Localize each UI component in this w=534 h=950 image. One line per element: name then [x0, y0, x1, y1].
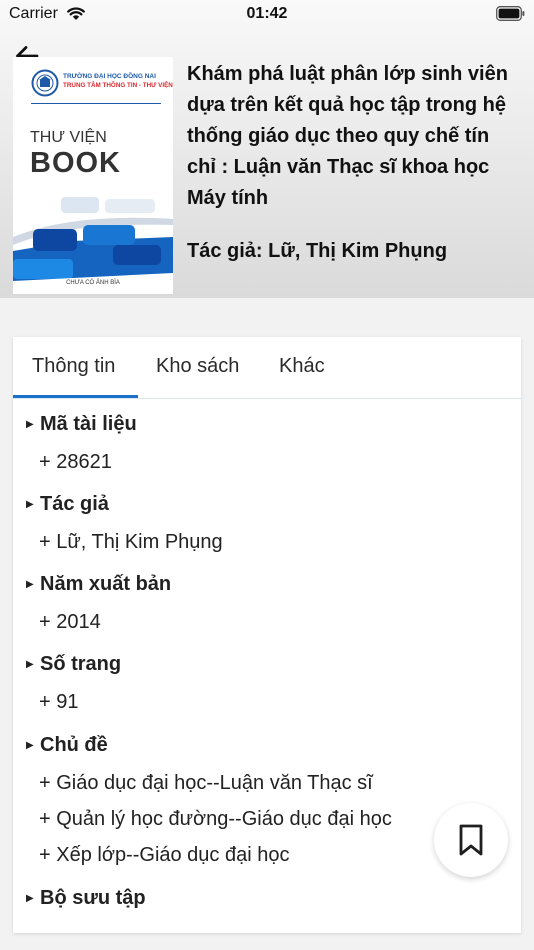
caret-right-icon: ▶ — [26, 579, 34, 590]
battery-icon — [496, 6, 525, 21]
tab-bar: Thông tin Kho sách Khác — [13, 337, 521, 399]
book-cover: TRƯỜNG ĐẠI HỌC ĐỒNG NAI TRUNG TÂM THÔNG … — [13, 57, 173, 294]
subject-value: + Giáo dục đại học--Luận văn Thạc sĩ — [39, 772, 373, 794]
active-tab-indicator — [13, 395, 138, 398]
bookmark-icon — [459, 824, 483, 856]
book-title: Khám phá luật phân lớp sinh viên dựa trê… — [187, 63, 508, 209]
author-value: + Lữ, Thị Kim Phụng — [39, 531, 223, 553]
cover-school-name: TRƯỜNG ĐẠI HỌC ĐỒNG NAI — [63, 73, 156, 80]
caret-right-icon: ▶ — [26, 893, 34, 904]
subject-value: + Xếp lớp--Giáo dục đại học — [39, 844, 290, 866]
bookmark-button[interactable] — [434, 803, 508, 877]
publish-year-value: + 2014 — [39, 611, 101, 633]
cover-no-image-label: CHƯA CÓ ẢNH BÌA — [66, 280, 120, 286]
status-bar: Carrier 01:42 — [0, 0, 534, 30]
book-header: Carrier 01:42 TRƯỜNG ĐẠI HỌC ĐỒNG NAI TR… — [0, 0, 534, 298]
cover-center-name: TRUNG TÂM THÔNG TIN - THƯ VIỆN — [63, 82, 173, 89]
page-count-value: + 91 — [39, 691, 79, 713]
tab-other[interactable]: Khác — [279, 355, 325, 378]
cover-artwork — [13, 197, 173, 294]
cover-library-label: THƯ VIỆN — [30, 129, 107, 146]
tab-info[interactable]: Thông tin — [32, 355, 115, 378]
subject-value: + Quản lý học đường--Giáo dục đại học — [39, 808, 392, 830]
book-author: Tác giả: Lữ, Thị Kim Phụng — [187, 240, 448, 262]
section-title-page-count[interactable]: ▶ Số trang — [26, 653, 121, 676]
cover-book-label: BOOK — [30, 147, 121, 179]
university-logo-icon — [31, 69, 59, 97]
section-title-publish-year[interactable]: ▶ Năm xuất bản — [26, 573, 171, 596]
caret-right-icon: ▶ — [26, 499, 34, 510]
tab-inventory[interactable]: Kho sách — [156, 355, 239, 378]
cover-divider — [31, 103, 161, 104]
caret-right-icon: ▶ — [26, 419, 34, 430]
document-id-value: + 28621 — [39, 451, 112, 473]
caret-right-icon: ▶ — [26, 659, 34, 670]
section-title-subject[interactable]: ▶ Chủ đề — [26, 734, 108, 757]
section-title-document-id[interactable]: ▶ Mã tài liệu — [26, 413, 137, 436]
caret-right-icon: ▶ — [26, 740, 34, 751]
status-time: 01:42 — [246, 5, 288, 22]
section-title-collection[interactable]: ▶ Bộ sưu tập — [26, 887, 146, 910]
section-title-author[interactable]: ▶ Tác giả — [26, 493, 109, 516]
